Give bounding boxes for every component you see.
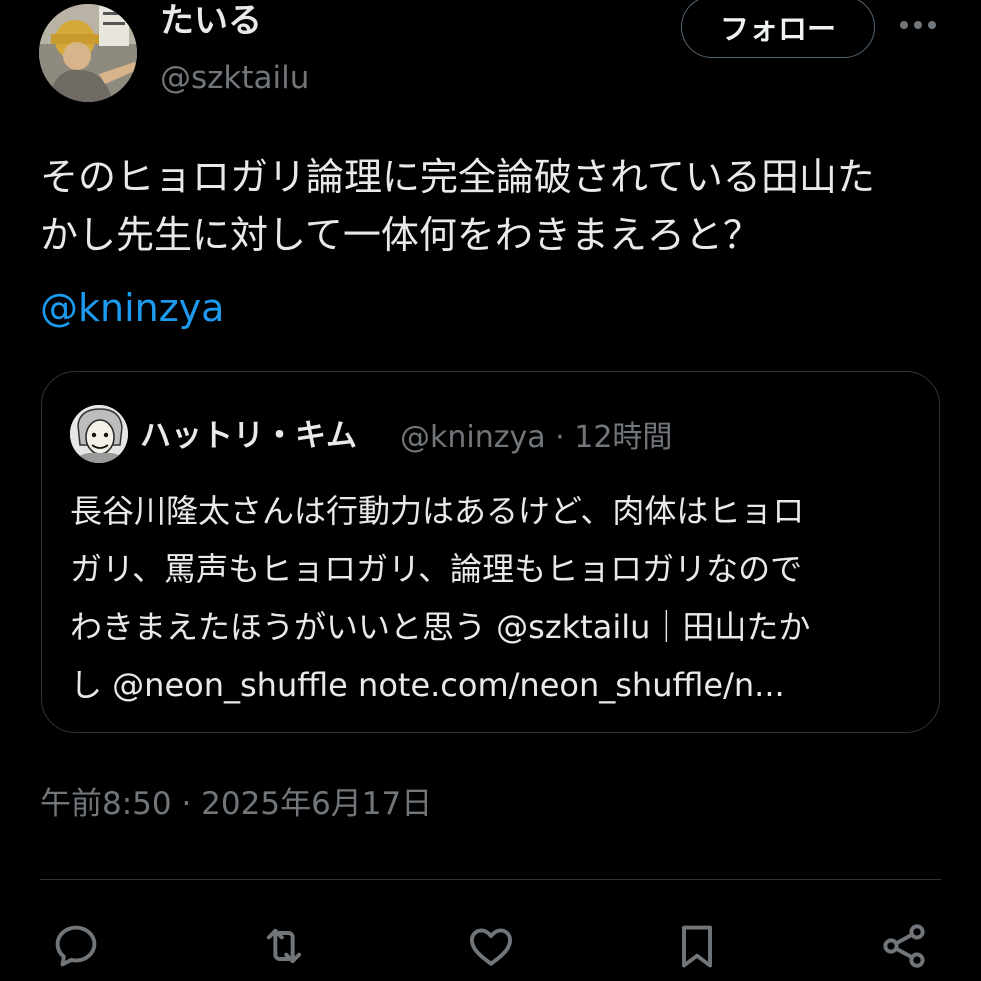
like-button[interactable] <box>462 917 520 975</box>
quoted-author-avatar[interactable] <box>70 405 128 463</box>
divider <box>40 879 941 880</box>
more-options-button[interactable] <box>895 8 941 42</box>
share-button[interactable] <box>875 917 933 975</box>
bookmark-button[interactable] <box>668 917 726 975</box>
more-horizontal-icon <box>900 21 936 29</box>
quoted-text-line: 長谷川隆太さんは行動力はあるけど、肉体はヒョロ <box>70 492 805 530</box>
reply-button[interactable] <box>47 917 105 975</box>
follow-button[interactable]: フォロー <box>681 0 875 58</box>
retweet-button[interactable] <box>255 917 313 975</box>
share-icon <box>883 924 925 968</box>
tweet-text-line: かし先生に対して一体何をわきまえろと？ <box>40 213 761 257</box>
author-avatar[interactable] <box>39 4 137 102</box>
tweet-timestamp[interactable]: 午前8:50 · 2025年6月17日 <box>40 782 432 826</box>
quoted-user-avatar-image <box>70 405 128 463</box>
quoted-tweet-text: 長谷川隆太さんは行動力はあるけど、肉体はヒョロ ガリ、罵声もヒョロガリ、論理もヒ… <box>70 482 930 714</box>
quoted-text-line: わきまえたほうがいいと思う @szktailu｜田山たか <box>70 608 811 646</box>
mention-link[interactable]: @kninzya <box>40 282 224 334</box>
author-display-name[interactable]: たいる <box>160 0 262 42</box>
tweet-text-line: そのヒョロガリ論理に完全論破されている田山た <box>40 155 875 199</box>
author-handle[interactable]: @szktailu <box>160 58 309 98</box>
quoted-author-name[interactable]: ハットリ・キム <box>140 414 357 458</box>
tweet-text: そのヒョロガリ論理に完全論破されている田山た かし先生に対して一体何をわきまえろ… <box>40 148 950 264</box>
user-avatar-image <box>39 4 137 102</box>
like-icon <box>469 928 513 966</box>
reply-icon <box>55 925 97 967</box>
quoted-author-handle-time[interactable]: @kninzya · 12時間 <box>400 416 672 460</box>
quoted-text-line: ガリ、罵声もヒョロガリ、論理もヒョロガリなので <box>70 550 803 588</box>
retweet-icon <box>266 928 302 964</box>
bookmark-icon <box>682 925 712 968</box>
quoted-text-line: し @neon_shuffle note.com/neon_shuffle/n.… <box>70 666 785 704</box>
